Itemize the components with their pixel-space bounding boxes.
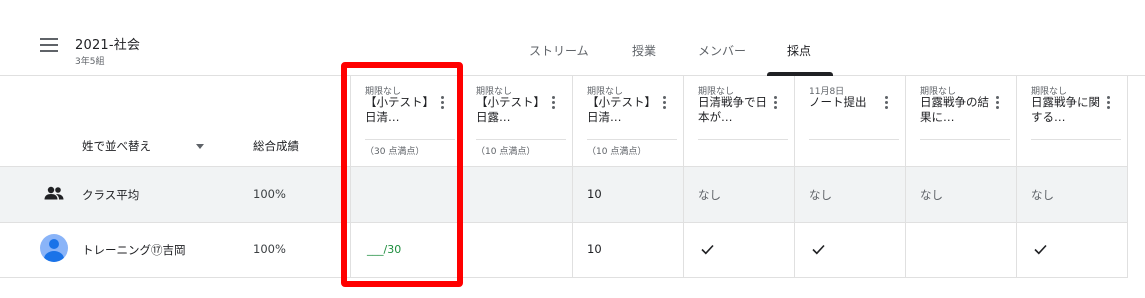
assignment-title[interactable]: 日露戦争の結果に… <box>920 95 994 125</box>
class-average-cell: なし <box>809 188 832 202</box>
assignment-title[interactable]: 日露戦争に関する… <box>1031 95 1105 125</box>
class-average-total: 100% <box>253 187 286 201</box>
assignment-column-header[interactable]: 期限なし 【小テスト】日清… （10 点満点） <box>587 84 697 166</box>
assignment-title[interactable]: ノート提出 <box>809 95 883 110</box>
more-options-icon[interactable] <box>659 96 669 112</box>
assignment-points: （30 点満点） <box>365 147 425 157</box>
header-divider <box>587 139 677 140</box>
class-subtitle: 3年5組 <box>75 57 105 67</box>
top-app-bar: 2021-社会 3年5組 ストリーム 授業 メンバー 採点 <box>0 0 1145 76</box>
assignment-column-header[interactable]: 期限なし 日露戦争に関する… <box>1031 84 1141 166</box>
student-total: 100% <box>253 242 286 256</box>
class-average-cell: なし <box>920 188 943 202</box>
assignment-title[interactable]: 【小テスト】日清… <box>587 95 661 125</box>
tab-classwork[interactable]: 授業 <box>632 42 656 59</box>
assignment-column-header[interactable]: 11月8日 ノート提出 <box>809 84 919 166</box>
class-average-label: クラス平均 <box>82 188 140 202</box>
grid-divider <box>0 166 1128 167</box>
grade-cell[interactable]: 10 <box>587 242 602 256</box>
header-divider <box>476 139 566 140</box>
student-name[interactable]: トレーニング⑰吉岡 <box>82 242 186 258</box>
assignment-title[interactable]: 【小テスト】日清… <box>365 95 439 125</box>
tab-grades[interactable]: 採点 <box>787 42 811 59</box>
header-divider <box>920 139 1010 140</box>
class-average-cell: なし <box>1031 188 1054 202</box>
class-average-cell: なし <box>698 188 721 202</box>
more-options-icon[interactable] <box>881 96 891 112</box>
class-title[interactable]: 2021-社会 <box>75 34 140 53</box>
assignment-column-header[interactable]: 期限なし 【小テスト】日清… （30 点満点） <box>365 84 475 166</box>
assignment-points: （10 点満点） <box>587 147 647 157</box>
header-divider <box>365 139 455 140</box>
tab-stream[interactable]: ストリーム <box>529 42 589 59</box>
class-average-row <box>0 166 1128 222</box>
tab-people[interactable]: メンバー <box>698 42 746 59</box>
student-avatar[interactable] <box>40 234 68 262</box>
grid-divider <box>0 277 1128 278</box>
assignment-column-header[interactable]: 期限なし 日露戦争の結果に… <box>920 84 1030 166</box>
header-divider <box>698 139 788 140</box>
assignment-column-header[interactable]: 期限なし 【小テスト】日露… （10 点満点） <box>476 84 586 166</box>
assignment-points: （10 点満点） <box>476 147 536 157</box>
check-icon <box>701 244 714 255</box>
check-icon <box>1034 244 1047 255</box>
assignment-column-header[interactable]: 期限なし 日清戦争で日本が… <box>698 84 808 166</box>
sort-by-last-name-dropdown[interactable]: 姓で並べ替え <box>82 138 151 154</box>
grid-divider <box>0 222 1128 223</box>
class-average-cell: 10 <box>587 187 602 201</box>
more-options-icon[interactable] <box>992 96 1002 112</box>
more-options-icon[interactable] <box>437 96 447 112</box>
check-icon <box>812 244 825 255</box>
more-options-icon[interactable] <box>1103 96 1113 112</box>
assignment-title[interactable]: 日清戦争で日本が… <box>698 95 772 125</box>
chevron-down-icon[interactable] <box>196 144 204 149</box>
more-options-icon[interactable] <box>548 96 558 112</box>
overall-grade-header: 総合成績 <box>253 139 299 153</box>
score-input[interactable]: ___/30 <box>367 243 401 256</box>
column-divider <box>350 76 351 277</box>
hamburger-menu-icon[interactable] <box>40 38 58 52</box>
assignment-title[interactable]: 【小テスト】日露… <box>476 95 550 125</box>
header-divider <box>809 139 899 140</box>
people-icon <box>44 186 64 200</box>
header-divider <box>1031 139 1121 140</box>
active-tab-indicator <box>767 72 833 76</box>
more-options-icon[interactable] <box>770 96 780 112</box>
